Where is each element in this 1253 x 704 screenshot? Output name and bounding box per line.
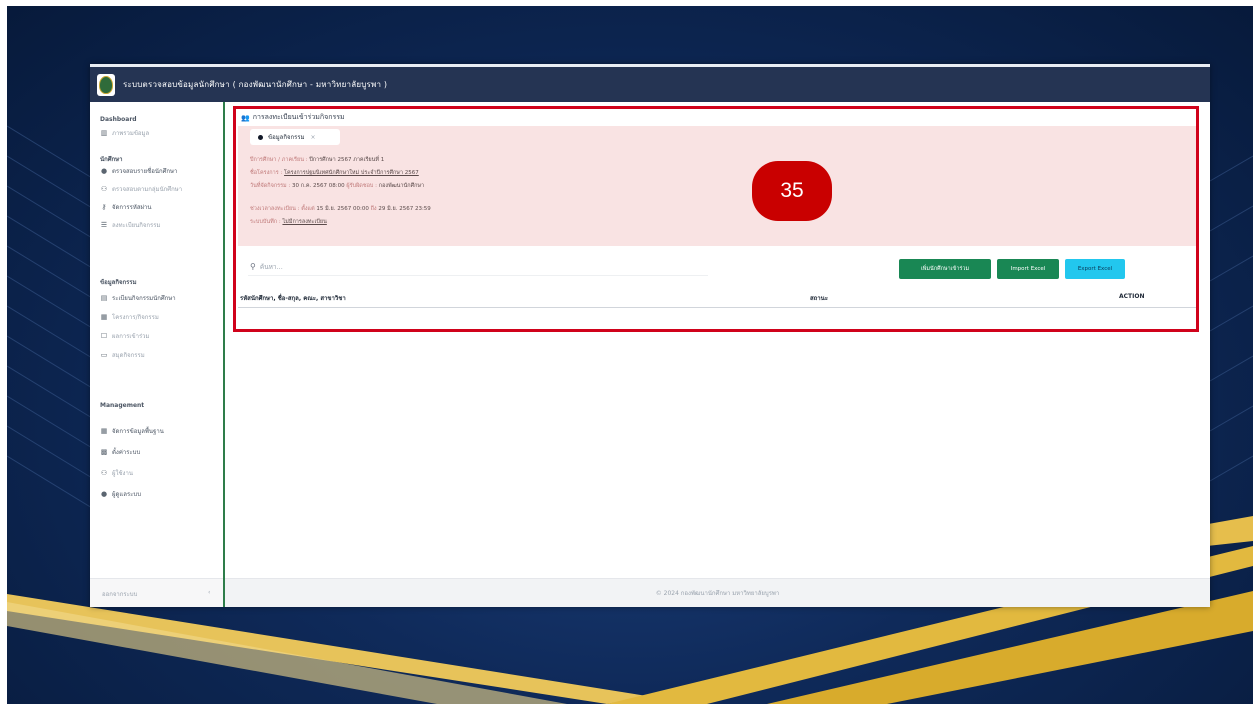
sidebar-item-label: ตั้งค่าระบบ <box>112 449 141 456</box>
sidebar-item-admins[interactable]: ● ผู้ดูแลระบบ <box>100 489 141 499</box>
file-icon: ▤ <box>100 294 108 302</box>
sidebar-item-label: ผู้ดูแลระบบ <box>112 491 142 498</box>
university-logo <box>97 73 115 96</box>
app-header: ระบบตรวจสอบข้อมูลนักศึกษา ( กองพัฒนานักศ… <box>90 64 1210 102</box>
sidebar-item-label: ตรวจสอบรายชื่อนักศึกษา <box>112 168 178 175</box>
check-icon: ☐ <box>100 332 108 340</box>
sidebar-item-projects[interactable]: ▦ โครงการ/กิจกรรม <box>100 312 159 322</box>
sidebar-header-management: Management <box>100 402 145 409</box>
page-footer: © 2024 กองพัฒนานักศึกษา มหาวิทยาลัยบูรพา <box>225 578 1210 607</box>
sidebar-item-label: ผลการเข้าร่วม <box>112 333 150 340</box>
sidebar-item-label: จัดการรหัสผ่าน <box>112 204 152 211</box>
sidebar-item-label: ตรวจสอบตามกลุ่มนักศึกษา <box>112 186 183 193</box>
sidebar-item-label: สมุดกิจกรรม <box>112 352 145 359</box>
book-icon: ▭ <box>100 351 108 359</box>
grid-icon: ▩ <box>100 448 108 456</box>
sidebar-item-label: ระเบียนกิจกรรมนักศึกษา <box>112 295 176 302</box>
logout-link[interactable]: ออกจากระบบ <box>102 589 137 599</box>
key-icon: ⚷ <box>101 203 107 211</box>
doc-icon: ▦ <box>100 313 108 321</box>
table-icon: ▦ <box>100 427 108 435</box>
sidebar-item-base-data[interactable]: ▦ จัดการข้อมูลพื้นฐาน <box>100 426 164 436</box>
sidebar-toggle-button[interactable]: ‹ <box>208 589 210 596</box>
sidebar-item-settings[interactable]: ▩ ตั้งค่าระบบ <box>100 447 141 457</box>
sidebar-item-users[interactable]: ⚇ ผู้ใช้งาน <box>100 468 133 478</box>
admin-icon: ⚇ <box>100 469 108 477</box>
sidebar-item-password[interactable]: ⚷ จัดการรหัสผ่าน <box>100 202 151 212</box>
list-icon: ☰ <box>100 221 108 229</box>
sidebar-item-student-list[interactable]: ● ตรวจสอบรายชื่อนักศึกษา <box>100 166 177 176</box>
sidebar-header-students: นักศึกษา <box>100 156 123 163</box>
sidebar: Dashboard ▥ ภาพรวมข้อมูล นักศึกษา ● ตรวจสอ… <box>90 102 225 607</box>
sidebar-item-overview[interactable]: ▥ ภาพรวมข้อมูล <box>100 128 149 138</box>
sidebar-item-results[interactable]: ☐ ผลการเข้าร่วม <box>100 331 150 341</box>
app-title: ระบบตรวจสอบข้อมูลนักศึกษา ( กองพัฒนานักศ… <box>123 80 388 89</box>
sidebar-item-label: ผู้ใช้งาน <box>112 470 133 477</box>
user-icon: ● <box>100 167 108 175</box>
sidebar-footer: ออกจากระบบ ‹ <box>90 578 223 607</box>
sidebar-header-dashboard: Dashboard <box>100 116 137 123</box>
sidebar-item-student-group[interactable]: ⚇ ตรวจสอบตามกลุ่มนักศึกษา <box>100 184 182 194</box>
person-icon: ● <box>100 490 108 498</box>
sidebar-item-activity-book[interactable]: ▭ สมุดกิจกรรม <box>100 350 145 360</box>
highlight-frame <box>233 106 1199 332</box>
sidebar-header-activities: ข้อมูลกิจกรรม <box>100 279 137 286</box>
users-icon: ⚇ <box>100 185 108 193</box>
sidebar-item-label: ลงทะเบียนกิจกรรม <box>112 222 161 229</box>
chart-icon: ▥ <box>100 129 108 137</box>
sidebar-item-label: ภาพรวมข้อมูล <box>112 130 150 137</box>
sidebar-item-label: จัดการข้อมูลพื้นฐาน <box>112 428 164 435</box>
sidebar-item-activity-register[interactable]: ☰ ลงทะเบียนกิจกรรม <box>100 220 161 230</box>
sidebar-item-activity-record[interactable]: ▤ ระเบียนกิจกรรมนักศึกษา <box>100 293 176 303</box>
sidebar-item-label: โครงการ/กิจกรรม <box>112 314 159 321</box>
